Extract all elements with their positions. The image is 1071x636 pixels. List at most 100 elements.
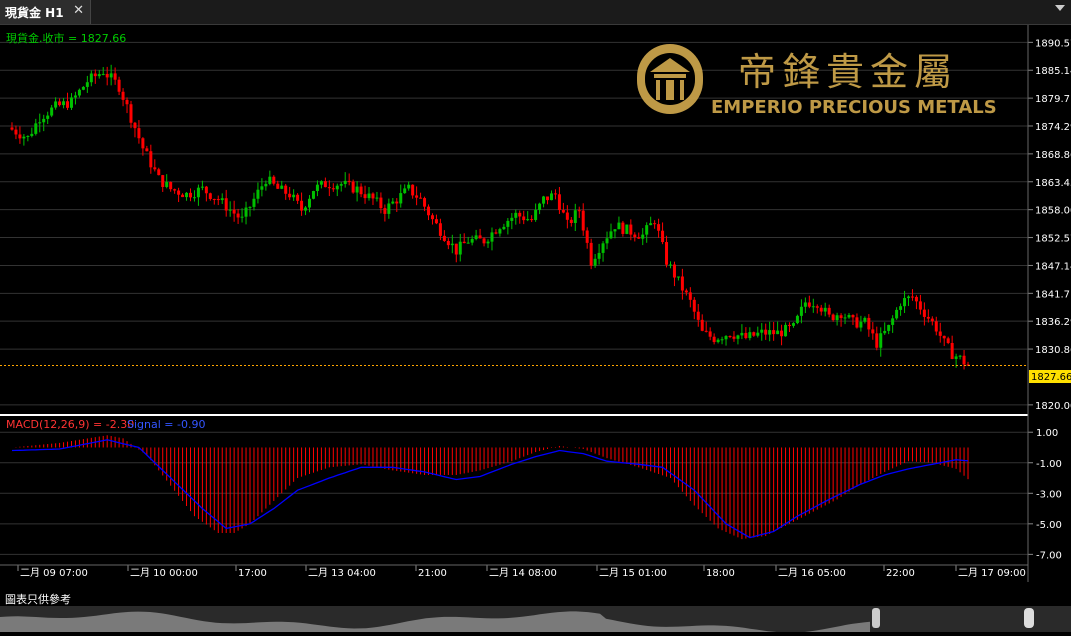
candle-body xyxy=(680,276,684,291)
price-series-label: 現貨金.收市 = 1827.66 xyxy=(6,31,126,45)
candle-body xyxy=(192,197,196,199)
candle-body xyxy=(216,199,220,201)
candle-body xyxy=(367,193,371,199)
price-tick-label: 1863.43 xyxy=(1035,178,1071,189)
candle-body xyxy=(46,115,50,119)
candle-body xyxy=(895,309,899,319)
candle-body xyxy=(637,237,641,239)
candle-body xyxy=(942,335,946,339)
candle-body xyxy=(157,169,161,176)
candle-body xyxy=(914,296,918,302)
candle-body xyxy=(506,220,510,227)
candle-body xyxy=(918,301,922,310)
candle-body xyxy=(359,186,363,195)
tab-spot-gold-h1[interactable]: 現貨金 H1 ✕ xyxy=(0,0,91,24)
candle-body xyxy=(546,196,550,201)
candle-body xyxy=(288,193,292,198)
candle-body xyxy=(704,330,708,332)
candle-body xyxy=(454,243,458,255)
candle-body xyxy=(557,194,561,210)
candle-body xyxy=(474,235,478,240)
candle-body xyxy=(204,186,208,194)
candle-body xyxy=(85,82,89,87)
candle-body xyxy=(196,187,200,198)
candle-body xyxy=(296,194,300,201)
candle-body xyxy=(565,212,569,220)
candle-body xyxy=(268,176,272,184)
price-tick-label: 1830.86 xyxy=(1035,345,1071,356)
candle-body xyxy=(458,241,462,255)
candle-body xyxy=(395,201,399,204)
candle-body xyxy=(145,148,149,152)
candle-body xyxy=(38,122,42,124)
candle-body xyxy=(89,73,93,83)
scroll-range-handle[interactable] xyxy=(872,608,880,628)
price-axis: 1890.57 1885.14 1879.71 1874.29 1868.86 1863.… xyxy=(1028,38,1071,412)
chart-scrollbar[interactable] xyxy=(0,606,1071,633)
candle-body xyxy=(423,198,427,207)
candle-body xyxy=(66,101,70,108)
candle-body xyxy=(10,127,14,130)
chevron-down-icon[interactable] xyxy=(1055,5,1065,11)
x-tick-label: 二月 17 09:00 xyxy=(958,567,1026,579)
candle-body xyxy=(863,317,867,322)
candle-body xyxy=(676,276,680,278)
candle-body xyxy=(252,198,256,207)
candle-body xyxy=(883,330,887,334)
candle-body xyxy=(899,306,903,310)
candle-body xyxy=(875,333,879,348)
overview-minimap xyxy=(0,611,870,633)
candle-body xyxy=(708,331,712,337)
candle-body xyxy=(811,306,815,308)
candle-body xyxy=(934,321,938,332)
candle-body xyxy=(26,135,30,137)
price-tick-label: 1847.14 xyxy=(1035,261,1071,272)
candle-body xyxy=(756,332,760,336)
candle-body xyxy=(740,332,744,336)
chart-svg[interactable]: 1890.57 1885.14 1879.71 1874.29 1868.86 1863.… xyxy=(0,25,1071,600)
x-tick-label: 二月 10 00:00 xyxy=(130,567,198,579)
candle-body xyxy=(220,198,224,201)
tab-bar: 現貨金 H1 ✕ xyxy=(0,0,1071,25)
candle-body xyxy=(30,133,34,136)
candle-body xyxy=(264,183,268,187)
candle-body xyxy=(494,232,498,234)
candle-body xyxy=(125,99,129,105)
candle-body xyxy=(355,186,359,193)
candle-body xyxy=(490,232,494,242)
candle-body xyxy=(470,239,474,243)
candle-body xyxy=(315,184,319,192)
candle-body xyxy=(605,238,609,244)
candle-body xyxy=(772,330,776,335)
candle-body xyxy=(248,206,252,208)
candle-body xyxy=(331,188,335,190)
candle-body xyxy=(133,122,137,129)
tab-label: 現貨金 H1 xyxy=(5,5,64,20)
candle-body xyxy=(641,234,645,239)
candle-body xyxy=(542,196,546,204)
candle-body xyxy=(343,180,347,185)
close-icon[interactable]: ✕ xyxy=(73,3,84,18)
candle-body xyxy=(653,223,657,225)
candle-body xyxy=(768,330,772,335)
candle-body xyxy=(776,330,780,335)
candle-body xyxy=(403,188,407,194)
candle-body xyxy=(561,209,565,213)
candle-body xyxy=(177,190,181,195)
candle-body xyxy=(621,222,625,234)
candle-body xyxy=(672,264,676,278)
scroll-thumb[interactable] xyxy=(1024,608,1034,628)
candle-body xyxy=(514,212,518,218)
candle-body xyxy=(319,181,323,185)
candle-body xyxy=(498,229,502,234)
candle-body xyxy=(272,176,276,184)
candle-body xyxy=(77,89,81,96)
chart-area[interactable]: 1890.57 1885.14 1879.71 1874.29 1868.86 1863.… xyxy=(0,25,1071,600)
candle-body xyxy=(212,198,216,200)
candle-body xyxy=(819,307,823,312)
candle-body xyxy=(526,219,530,221)
candle-body xyxy=(462,241,466,244)
candle-body xyxy=(173,189,177,191)
candle-body xyxy=(534,209,538,220)
candle-body xyxy=(486,241,490,244)
